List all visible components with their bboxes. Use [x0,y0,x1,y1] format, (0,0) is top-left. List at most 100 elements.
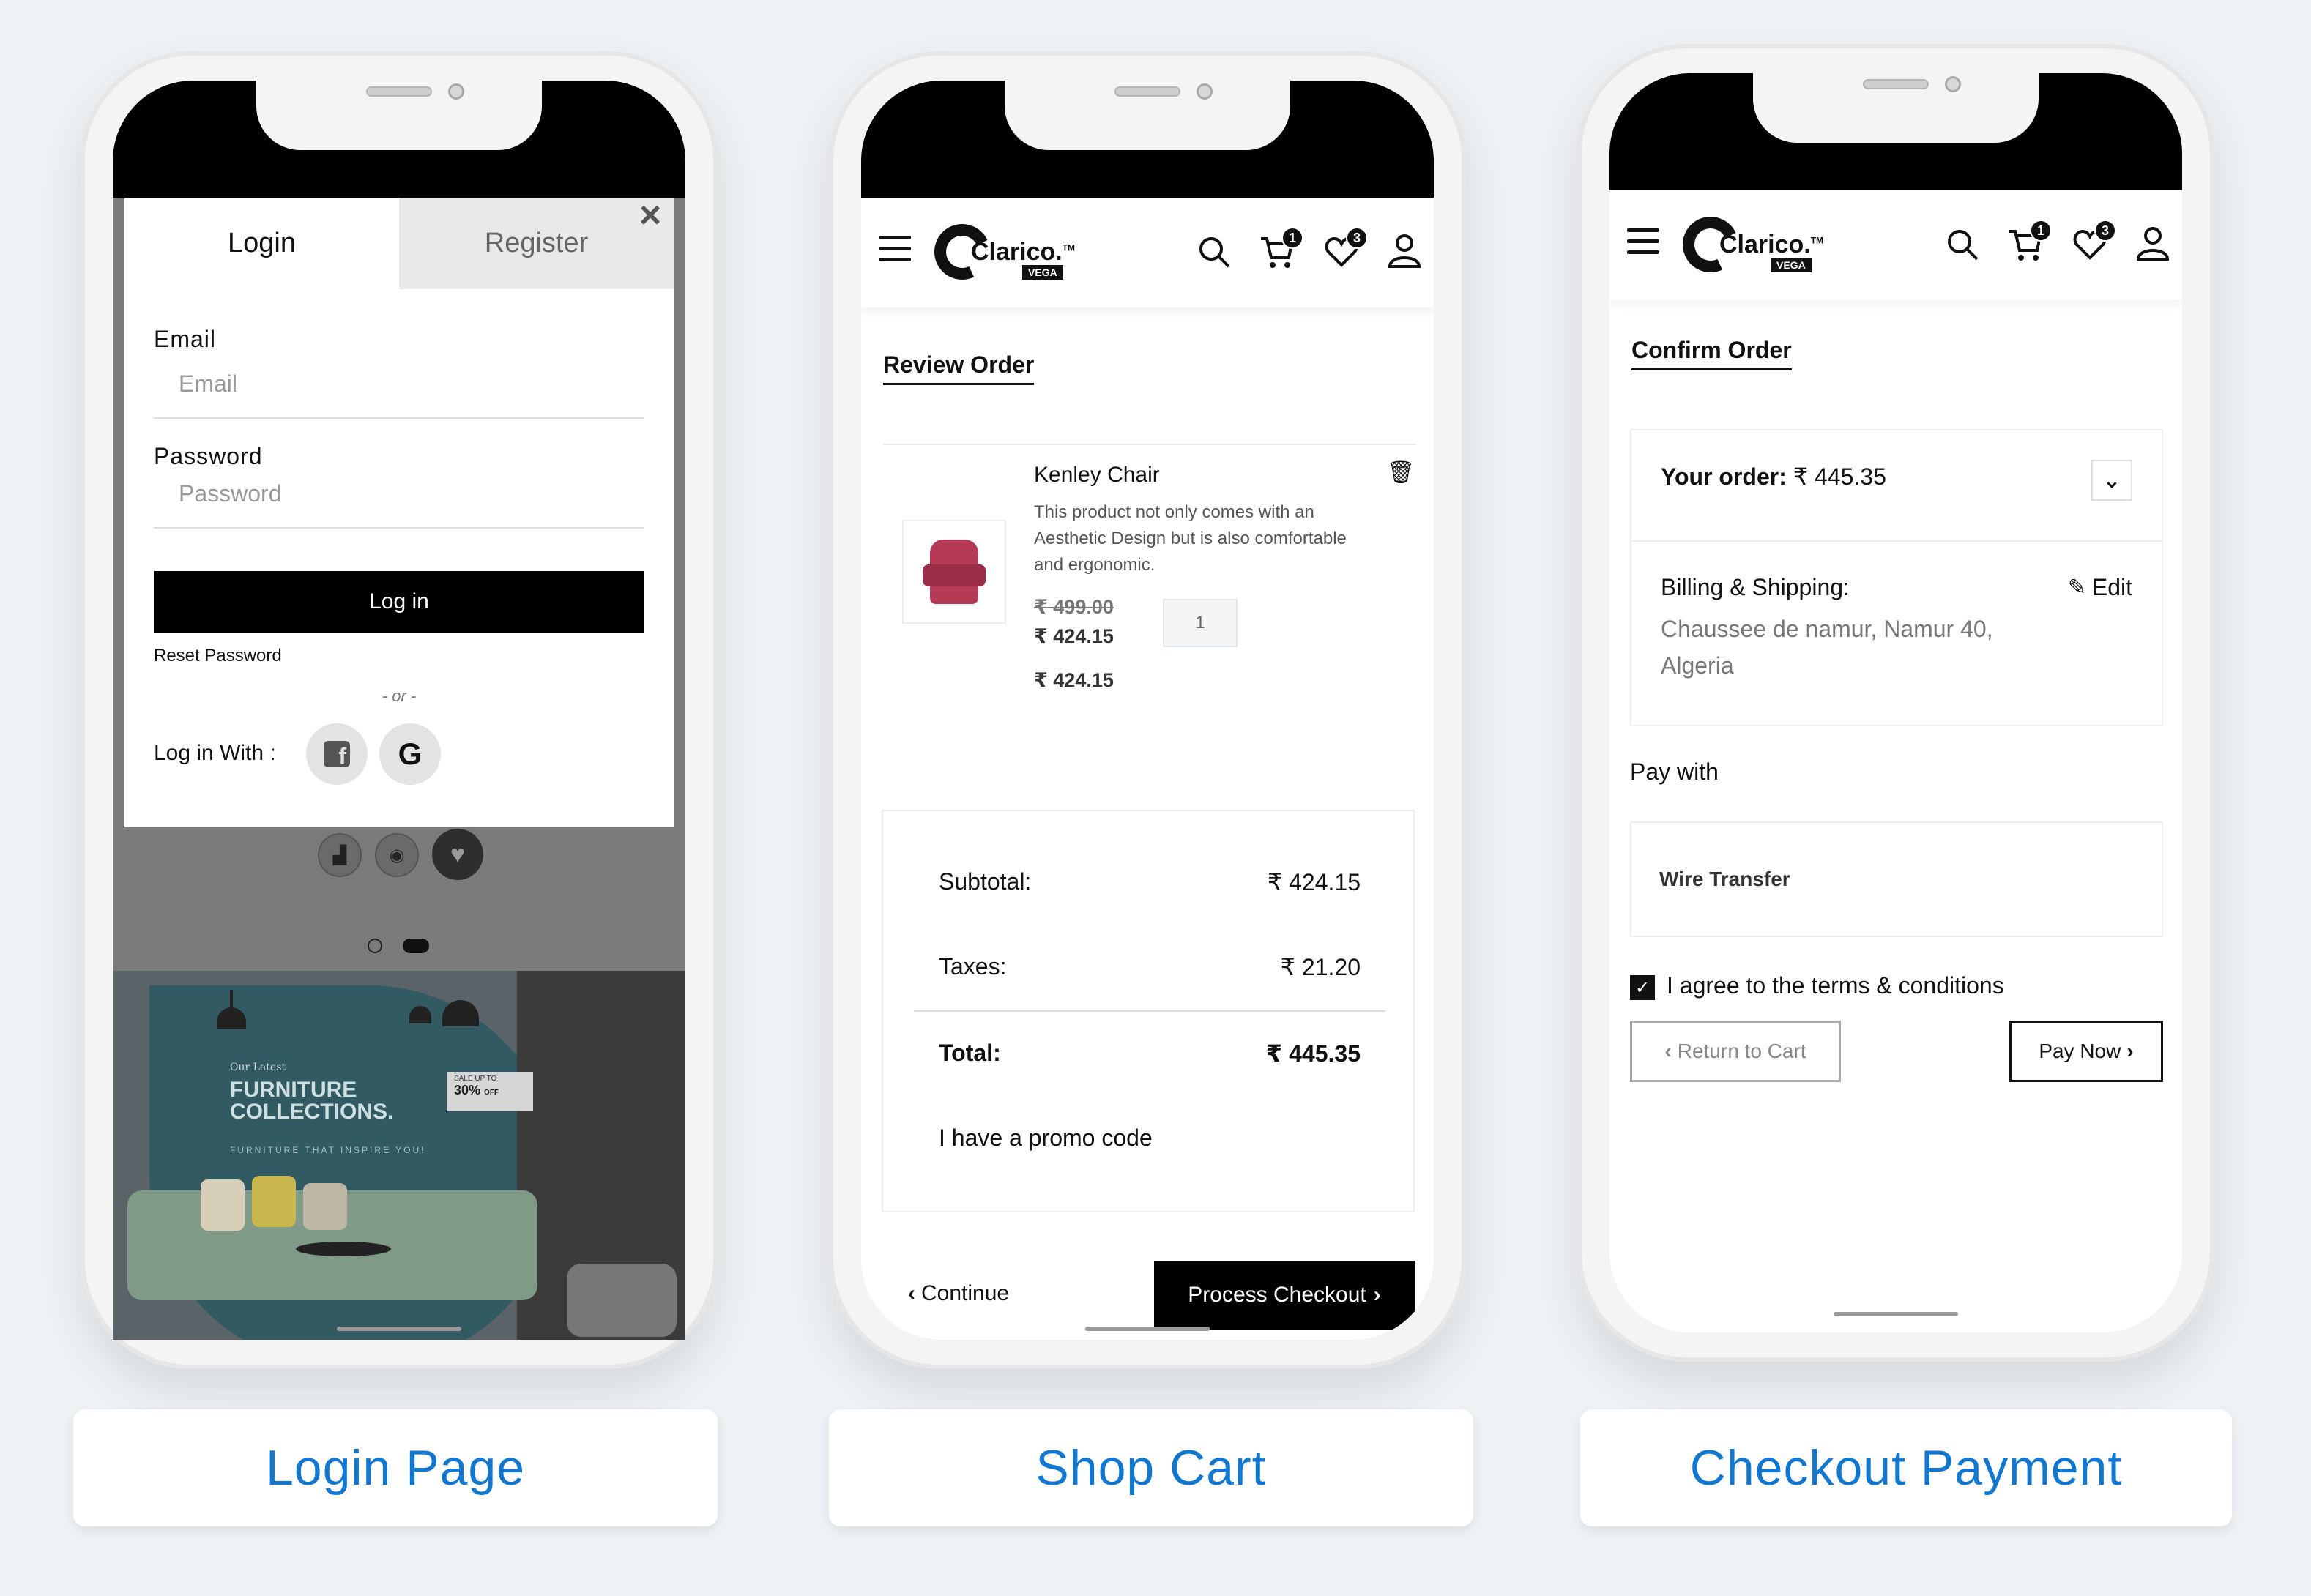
cushion [252,1176,296,1227]
brand-name: Clarico. [1719,230,1811,258]
brand-name: Clarico. [971,237,1063,266]
chair-arms [923,564,986,586]
product-price: ₹ 424.15 [1034,625,1114,647]
payment-method-wire-transfer[interactable]: Wire Transfer [1630,821,2163,937]
edit-button[interactable]: ✎ Edit [2068,574,2132,601]
checkout-screen: Clarico.TM VEGA 1 3 Confirm Order Your o… [1609,190,2182,1332]
tab-login[interactable]: Login [124,198,399,289]
taxes-value: ₹ 21.20 [1280,954,1361,980]
wishlist-icon[interactable]: 3 [2072,220,2116,262]
product-image[interactable] [902,520,1006,624]
order-summary: Subtotal: ₹ 424.15 Taxes: ₹ 21.20 Total:… [882,810,1415,1212]
edit-label: Edit [2091,574,2132,600]
user-icon[interactable] [2135,225,2170,261]
chevron-down-icon[interactable]: ⌄ [2091,460,2132,501]
process-checkout-button[interactable]: Process Checkout › [1154,1261,1415,1330]
line-total: ₹ 424.15 [1034,669,1114,691]
login-button[interactable]: Log in [154,571,644,633]
heart-icon[interactable]: ♥ [432,829,483,880]
home-indicator [1834,1312,1958,1316]
pay-label: Pay Now [2039,1040,2121,1062]
menu-icon[interactable] [1627,228,1659,255]
order-value: ₹ 445.35 [1793,463,1886,490]
taxes-label: Taxes: [939,953,1007,980]
pay-now-button[interactable]: Pay Now › [2009,1021,2163,1082]
tab-register[interactable]: Register [399,198,674,289]
cart-icon[interactable]: 1 [1259,227,1303,269]
or-divider: - or - [382,687,417,705]
coffee-table [296,1242,391,1256]
banner-title-1: FURNITURE [230,1078,357,1102]
chevron-right-icon: › [1373,1283,1381,1307]
logo-text: Clarico.TM [1719,231,1823,259]
facebook-icon[interactable]: f [306,723,368,785]
sale-off: OFF [484,1089,499,1097]
continue-button[interactable]: ‹ Continue [908,1281,1009,1306]
home-indicator [1085,1327,1210,1331]
product-name[interactable]: Kenley Chair [1034,463,1160,488]
divider [883,444,1416,445]
phone-camera [1945,76,1961,92]
phone-speaker [366,86,432,97]
banner-small-text: Our Latest [230,1062,286,1073]
return-to-cart-button[interactable]: ‹ Return to Cart [1630,1021,1841,1082]
google-icon[interactable]: G [379,723,441,785]
summary-divider [914,1010,1385,1012]
terms-checkbox[interactable]: ✓ [1630,975,1655,1000]
caption-cart: Shop Cart [829,1409,1473,1526]
eye-icon[interactable]: ◉ [375,833,419,877]
cart-count-badge: 1 [2030,220,2052,242]
brand-tm: TM [1062,242,1076,253]
sale-value: 30% OFF [454,1083,526,1098]
trash-icon[interactable]: 🗑 [1387,460,1415,485]
promo-banner[interactable]: Our Latest FURNITURE COLLECTIONS. FURNIT… [113,971,685,1340]
caption-checkout: Checkout Payment [1580,1409,2232,1526]
wishlist-count-badge: 3 [2094,220,2116,242]
cart-icon[interactable]: 1 [2008,220,2052,262]
sale-top-text: SALE UP TO [454,1075,497,1083]
ottoman [567,1264,677,1337]
order-box: Your order: ₹ 445.35 ⌄ Billing & Shippin… [1630,429,2163,726]
order-label: Your order: [1661,463,1787,490]
promo-code-link[interactable]: I have a promo code [939,1125,1153,1152]
quantity-field[interactable]: 1 [1163,599,1238,647]
phone-camera [448,83,464,100]
banner-tagline: FURNITURE THAT INSPIRE YOU! [230,1145,426,1155]
close-icon[interactable]: × [634,198,666,234]
carousel-dot-active[interactable] [403,939,429,953]
subtotal-label: Subtotal: [939,868,1032,895]
total-label: Total: [939,1040,1001,1066]
phone-checkout: Clarico.TM VEGA 1 3 Confirm Order Your o… [1577,44,2214,1362]
pay-with-label: Pay with [1630,758,1719,785]
chevron-right-icon: › [2126,1040,2134,1062]
menu-icon[interactable] [879,236,911,262]
sale-percent: 30% [454,1083,481,1097]
app-header: Clarico.TM VEGA 1 3 [1609,190,2182,300]
terms-label[interactable]: I agree to the terms & conditions [1667,972,2004,999]
shipping-address: Chaussee de namur, Namur 40, Algeria [1661,616,1993,679]
search-icon[interactable] [1945,227,1980,262]
user-icon[interactable] [1387,233,1422,268]
continue-label: Continue [921,1281,1010,1305]
cart-screen: Clarico.TM VEGA 1 3 Review Order Kenley … [861,198,1434,1340]
cart-icon[interactable]: ▟ [318,833,362,877]
carousel-dot[interactable] [368,939,382,953]
chair-image [923,540,986,604]
email-field[interactable]: Email [154,359,644,419]
facebook-glyph: f [324,741,350,768]
app-header: Clarico.TM VEGA 1 3 [861,198,1434,307]
order-divider [1631,540,2162,542]
search-icon[interactable] [1197,234,1232,269]
checkout-label: Process Checkout [1188,1283,1366,1307]
reset-password-link[interactable]: Reset Password [154,646,282,666]
password-field[interactable]: Password [154,469,644,529]
chevron-left-icon: ‹ [1664,1040,1672,1062]
wishlist-icon[interactable]: 3 [1324,227,1368,269]
brand-logo[interactable]: Clarico.TM VEGA [1675,209,1823,280]
brand-badge: VEGA [1771,258,1812,272]
brand-badge: VEGA [1022,265,1063,280]
password-label: Password [154,443,263,469]
brand-logo[interactable]: Clarico.TM VEGA [926,216,1076,288]
order-total: Your order: ₹ 445.35 [1661,463,1886,491]
phone-speaker [1863,79,1929,89]
